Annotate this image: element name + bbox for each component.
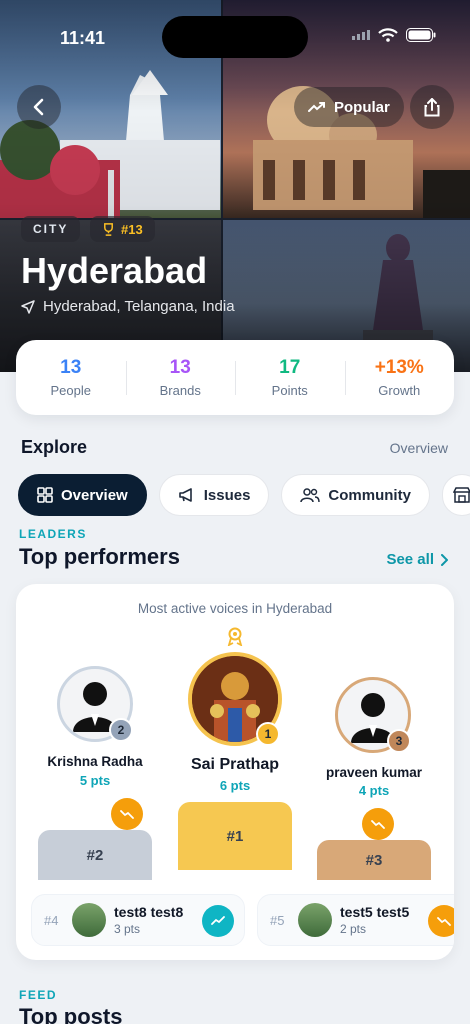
runner-name: test5 test5 — [340, 904, 410, 920]
tab-community[interactable]: Community — [281, 474, 430, 516]
stat-value: +13% — [374, 357, 424, 378]
trend-down-button[interactable] — [362, 808, 394, 840]
city-type-chip: CITY — [21, 216, 81, 242]
podium-block-1: #1 — [178, 802, 292, 870]
trend-down-button[interactable] — [428, 905, 454, 937]
stat-value: 13 — [60, 357, 82, 378]
chevron-right-icon — [441, 553, 448, 566]
performer-name: praveen kumar — [325, 765, 423, 780]
chevron-left-icon — [33, 98, 44, 116]
top-performers-title: Top performers — [19, 544, 180, 569]
trending-down-icon — [120, 810, 134, 819]
stat-label: Growth — [378, 383, 421, 398]
stat-value: 13 — [169, 357, 191, 378]
tab-label: Community — [328, 486, 411, 504]
leaders-eyebrow: LEADERS — [19, 527, 87, 541]
people-icon — [300, 488, 321, 503]
city-location: Hyderabad, Telangana, India — [21, 298, 235, 315]
stat-value: 17 — [279, 357, 301, 378]
podium-block-2: #2 — [38, 830, 152, 880]
stat-brands[interactable]: 13 Brands — [125, 357, 236, 398]
back-button[interactable] — [17, 85, 61, 129]
city-rank-chip: #13 — [90, 216, 155, 242]
dynamic-island — [162, 16, 308, 58]
performer-name: Krishna Radha — [47, 754, 143, 769]
share-button[interactable] — [410, 85, 454, 129]
trophy-icon — [104, 222, 113, 236]
runner-row[interactable]: #4 test8 test8 3 pts — [31, 894, 245, 946]
hero-banner: 11:41 Popular CITY #13 Hyderabad Hyderab… — [0, 0, 470, 372]
rank-badge: 1 — [256, 722, 280, 746]
grid-icon — [37, 487, 53, 503]
megaphone-icon — [178, 488, 192, 502]
stat-label: Points — [271, 383, 308, 398]
tab-label: Overview — [61, 486, 128, 504]
runner-avatar — [72, 903, 106, 937]
runner-name: test8 test8 — [114, 904, 184, 920]
runner-avatar — [298, 903, 332, 937]
status-icons — [352, 28, 436, 42]
performer-points: 4 pts — [358, 783, 390, 798]
leaderboard-card: Most active voices in Hyderabad 2 Krishn… — [16, 584, 454, 960]
feed-eyebrow: FEED — [19, 988, 58, 1002]
battery-icon — [406, 28, 436, 42]
store-icon — [452, 487, 470, 503]
trending-up-icon — [211, 916, 225, 925]
rank-badge: 3 — [387, 729, 411, 753]
city-title: Hyderabad — [21, 250, 208, 291]
explore-overview-link[interactable]: Overview — [390, 440, 448, 456]
top-posts-title: Top posts — [19, 1004, 123, 1024]
performer-points: 5 pts — [79, 773, 111, 788]
runner-row[interactable]: #5 test5 test5 2 pts — [257, 894, 454, 946]
location-arrow-icon — [21, 299, 35, 314]
explore-heading: Explore — [21, 437, 88, 457]
podium-block-3: #3 — [317, 840, 431, 880]
tab-label: Issues — [203, 486, 251, 504]
trending-down-icon — [437, 917, 451, 926]
performer-points: 6 pts — [219, 778, 251, 793]
trending-up-icon — [308, 102, 325, 112]
stat-points[interactable]: 17 Points — [235, 357, 345, 398]
stat-growth[interactable]: +13% Growth — [344, 357, 455, 398]
trend-down-button[interactable] — [111, 798, 143, 830]
stat-label: People — [50, 383, 91, 398]
performer-name: Sai Prathap — [190, 756, 280, 773]
popular-badge[interactable]: Popular — [294, 87, 404, 127]
leaderboard-subtitle: Most active voices in Hyderabad — [137, 601, 333, 616]
cellular-icon — [352, 30, 370, 40]
stat-people[interactable]: 13 People — [16, 357, 126, 398]
tab-overview[interactable]: Overview — [18, 474, 147, 516]
popular-label: Popular — [334, 98, 390, 116]
see-all-label: See all — [386, 551, 434, 568]
status-time: 11:41 — [60, 28, 106, 48]
rank-badge: 2 — [109, 718, 133, 742]
explore-tabs: Overview Issues Community — [18, 474, 470, 516]
city-location-text: Hyderabad, Telangana, India — [43, 298, 235, 315]
tab-issues[interactable]: Issues — [158, 474, 270, 516]
share-icon — [424, 98, 440, 117]
runner-rank: #5 — [270, 912, 285, 928]
see-all-link[interactable]: See all — [386, 551, 448, 568]
runner-text: test5 test5 2 pts — [340, 904, 409, 936]
tab-brands[interactable] — [441, 474, 470, 516]
city-rank-text: #13 — [121, 221, 143, 237]
stats-card: 13 People 13 Brands 17 Points +13% Growt… — [16, 340, 454, 415]
trending-down-icon — [371, 820, 385, 829]
wifi-icon — [378, 28, 398, 42]
medal-icon — [227, 627, 243, 646]
runner-rank: #4 — [44, 912, 59, 928]
trend-up-button[interactable] — [202, 905, 234, 937]
runner-points: 2 pts — [340, 922, 367, 936]
runner-points: 3 pts — [114, 922, 141, 936]
stat-label: Brands — [159, 383, 201, 398]
runner-text: test8 test8 3 pts — [114, 904, 183, 936]
